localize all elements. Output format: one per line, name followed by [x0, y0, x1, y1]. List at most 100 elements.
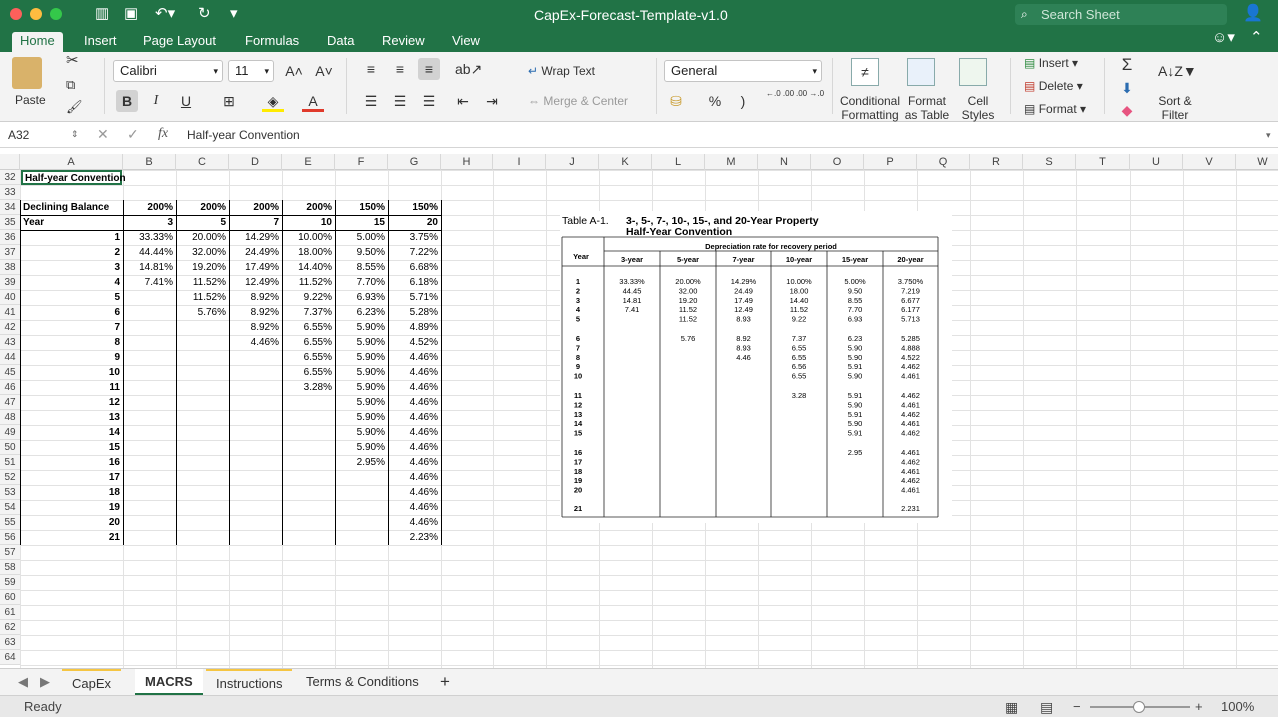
paste-icon[interactable]	[12, 57, 42, 89]
cell-rate-value[interactable]: 6.18%	[389, 275, 440, 290]
cell-year-number[interactable]: 10	[21, 365, 122, 380]
column-header-q[interactable]: Q	[917, 154, 970, 170]
tab-view[interactable]: View	[444, 32, 488, 52]
column-header-d[interactable]: D	[229, 154, 282, 170]
cell-rate-value[interactable]: 12.49%	[230, 275, 281, 290]
row-header-46[interactable]: 46	[0, 380, 20, 395]
cell-styles-icon[interactable]	[959, 58, 987, 86]
row-header-36[interactable]: 36	[0, 230, 20, 245]
zoom-slider-handle[interactable]	[1133, 701, 1145, 713]
search-input[interactable]: ⌕ Search Sheet	[1015, 4, 1227, 25]
row-header-32[interactable]: 32	[0, 170, 20, 185]
cell-period[interactable]: 20	[389, 215, 440, 230]
page-layout-view-icon[interactable]: ▤	[1040, 696, 1053, 718]
cell-year-number[interactable]: 19	[21, 500, 122, 515]
normal-view-icon[interactable]: ▦	[1005, 696, 1018, 718]
align-top-icon[interactable]: ≡	[360, 58, 382, 80]
row-header-49[interactable]: 49	[0, 425, 20, 440]
cell-year-number[interactable]: 9	[21, 350, 122, 365]
fill-color-icon[interactable]: ◈	[262, 90, 284, 112]
cell-rate[interactable]: 150%	[336, 200, 387, 215]
column-header-w[interactable]: W	[1236, 154, 1278, 170]
cell-rate-value[interactable]: 6.55%	[283, 350, 334, 365]
row-header-52[interactable]: 52	[0, 470, 20, 485]
align-center-icon[interactable]: ☰	[389, 90, 411, 112]
cell-rate-value[interactable]: 4.46%	[389, 380, 440, 395]
bold-button[interactable]: B	[116, 90, 138, 112]
column-header-r[interactable]: R	[970, 154, 1023, 170]
italic-button[interactable]: I	[145, 90, 167, 112]
row-header-38[interactable]: 38	[0, 260, 20, 275]
cell-rate-value[interactable]: 14.40%	[283, 260, 334, 275]
column-header-p[interactable]: P	[864, 154, 917, 170]
cell-rate-value[interactable]: 5.90%	[336, 365, 387, 380]
cell-rate-value[interactable]: 7.22%	[389, 245, 440, 260]
close-window-button[interactable]	[10, 8, 22, 20]
cut-icon[interactable]: ✂	[66, 53, 79, 68]
align-left-icon[interactable]: ☰	[360, 90, 382, 112]
clear-eraser-icon[interactable]: ◆	[1116, 99, 1138, 121]
cell-rate-value[interactable]: 5.90%	[336, 335, 387, 350]
confirm-entry-icon[interactable]: ✓	[127, 127, 139, 141]
cell-rate-value[interactable]: 2.23%	[389, 530, 440, 545]
cell-rate-value[interactable]: 20.00%	[177, 230, 228, 245]
row-header-43[interactable]: 43	[0, 335, 20, 350]
cell-year-number[interactable]: 14	[21, 425, 122, 440]
cell-rate-value[interactable]: 11.52%	[177, 290, 228, 305]
borders-icon[interactable]: ⊞	[218, 90, 240, 112]
decrease-font-icon[interactable]: A˅	[313, 60, 335, 82]
increase-indent-icon[interactable]: ⇥	[481, 90, 503, 112]
cell-rate-value[interactable]: 6.23%	[336, 305, 387, 320]
cell-year-number[interactable]: 4	[21, 275, 122, 290]
cell-rate-value[interactable]: 17.49%	[230, 260, 281, 275]
cell-rate-value[interactable]: 4.46%	[389, 470, 440, 485]
font-name-select[interactable]: Calibri ▾	[113, 60, 223, 82]
cell-rate-value[interactable]: 3.75%	[389, 230, 440, 245]
row-header-50[interactable]: 50	[0, 440, 20, 455]
cell-rate-value[interactable]: 6.55%	[283, 320, 334, 335]
cell-declining-balance[interactable]: Declining Balance	[21, 200, 122, 215]
row-header-60[interactable]: 60	[0, 590, 20, 605]
row-header-48[interactable]: 48	[0, 410, 20, 425]
cell-styles-button[interactable]: Cell Styles	[958, 94, 998, 122]
cell-rate-value[interactable]: 19.20%	[177, 260, 228, 275]
cell-rate-value[interactable]: 8.55%	[336, 260, 387, 275]
column-header-l[interactable]: L	[652, 154, 705, 170]
customize-toolbar-icon[interactable]: ▾	[230, 5, 238, 23]
zoom-in-icon[interactable]: +	[1195, 696, 1203, 718]
align-right-icon[interactable]: ☰	[418, 90, 440, 112]
cell-rate-value[interactable]: 24.49%	[230, 245, 281, 260]
row-header-37[interactable]: 37	[0, 245, 20, 260]
tab-capex[interactable]: CapEx	[62, 669, 122, 695]
decrease-decimal-button[interactable]: .00 →.0	[796, 88, 824, 110]
next-sheet-icon[interactable]: ▶	[30, 669, 60, 695]
select-all-corner[interactable]	[0, 154, 20, 170]
cell-rate-value[interactable]: 4.46%	[230, 335, 281, 350]
sort-filter-button[interactable]: Sort & Filter	[1155, 94, 1195, 122]
column-header-u[interactable]: U	[1130, 154, 1183, 170]
column-header-h[interactable]: H	[441, 154, 493, 170]
cell-rate-value[interactable]: 7.70%	[336, 275, 387, 290]
row-header-42[interactable]: 42	[0, 320, 20, 335]
row-header-53[interactable]: 53	[0, 485, 20, 500]
collapse-ribbon-icon[interactable]: ⌃	[1250, 29, 1263, 47]
format-as-table-button[interactable]: Format as Table	[904, 94, 950, 122]
cell-rate-value[interactable]: 4.46%	[389, 500, 440, 515]
cell-rate-value[interactable]: 5.90%	[336, 395, 387, 410]
tab-data[interactable]: Data	[319, 32, 362, 52]
cell-rate[interactable]: 200%	[124, 200, 175, 215]
cell-rate-value[interactable]: 5.28%	[389, 305, 440, 320]
row-header-33[interactable]: 33	[0, 185, 20, 200]
row-header-54[interactable]: 54	[0, 500, 20, 515]
row-header-34[interactable]: 34	[0, 200, 20, 215]
cell-rate-value[interactable]: 4.46%	[389, 365, 440, 380]
cell-rate-value[interactable]: 4.46%	[389, 350, 440, 365]
row-header-55[interactable]: 55	[0, 515, 20, 530]
row-header-47[interactable]: 47	[0, 395, 20, 410]
row-header-51[interactable]: 51	[0, 455, 20, 470]
cell-rate-value[interactable]: 4.89%	[389, 320, 440, 335]
cell-year-number[interactable]: 17	[21, 470, 122, 485]
share-user-icon[interactable]: 👤	[1243, 5, 1263, 23]
cell-rate-value[interactable]: 11.52%	[177, 275, 228, 290]
column-header-j[interactable]: J	[546, 154, 599, 170]
